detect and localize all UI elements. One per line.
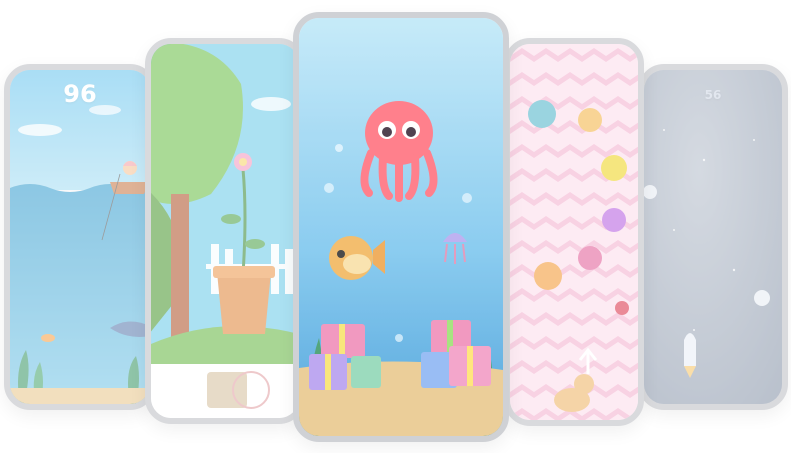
- space-scene: [644, 70, 782, 404]
- candy-scene: [510, 44, 638, 420]
- ocean-game-screen[interactable]: [293, 12, 509, 442]
- ocean-scene: [299, 18, 503, 436]
- candy-game-screen[interactable]: [504, 38, 644, 426]
- garden-scene: [151, 44, 299, 418]
- garden-game-screen[interactable]: [145, 38, 305, 424]
- fishing-game-screen[interactable]: 96: [4, 64, 156, 410]
- app-screens-showcase: 96 56: [0, 0, 791, 453]
- space-game-screen[interactable]: 56: [638, 64, 788, 410]
- fishing-scene: [10, 70, 150, 404]
